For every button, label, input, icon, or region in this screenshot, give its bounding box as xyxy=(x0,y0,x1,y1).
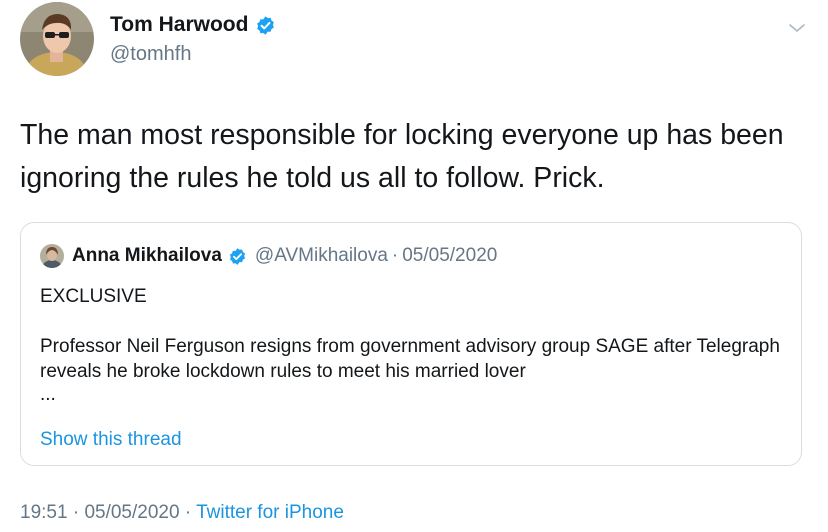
tweet-metadata: 19:51 · 05/05/2020 · Twitter for iPhone xyxy=(20,502,344,524)
quoted-tweet-heading: EXCLUSIVE xyxy=(40,286,147,307)
quoted-author-name: Anna Mikhailova xyxy=(72,245,222,266)
author-name-row[interactable]: Tom Harwood xyxy=(110,13,276,37)
meta-separator-2: · xyxy=(184,502,192,523)
tweet-source-link[interactable]: Twitter for iPhone xyxy=(196,502,344,523)
tweet-date[interactable]: 05/05/2020 xyxy=(84,502,179,523)
quoted-tweet-card[interactable]: Anna Mikhailova @AVMikhailova · 05/05/20… xyxy=(20,222,802,466)
tweet-text: The man most responsible for locking eve… xyxy=(20,119,784,194)
quoted-author-handle: @AVMikhailova xyxy=(254,245,388,266)
author-avatar[interactable] xyxy=(20,2,94,76)
quoted-profile-photo-icon xyxy=(40,244,64,268)
chevron-down-icon[interactable] xyxy=(786,20,808,36)
author-display-name[interactable]: Tom Harwood xyxy=(110,13,248,37)
verified-badge-icon xyxy=(257,15,275,35)
show-thread-link[interactable]: Show this thread xyxy=(40,429,182,451)
profile-photo-icon xyxy=(20,2,94,76)
quoted-separator: · xyxy=(391,245,399,266)
quoted-tweet-ellipsis: ... xyxy=(40,384,56,405)
quoted-tweet-body: EXCLUSIVE Professor Neil Ferguson resign… xyxy=(40,284,790,405)
author-handle[interactable]: @tomhfh xyxy=(110,43,191,66)
quoted-verified-badge-icon xyxy=(229,247,245,265)
quoted-tweet-text: Professor Neil Ferguson resigns from gov… xyxy=(40,336,780,382)
quoted-tweet-date: 05/05/2020 xyxy=(402,245,498,266)
quoted-tweet-header: Anna Mikhailova @AVMikhailova · 05/05/20… xyxy=(72,245,497,267)
meta-separator: · xyxy=(72,502,80,523)
tweet-time[interactable]: 19:51 xyxy=(20,502,68,523)
quoted-author-avatar xyxy=(40,244,64,268)
